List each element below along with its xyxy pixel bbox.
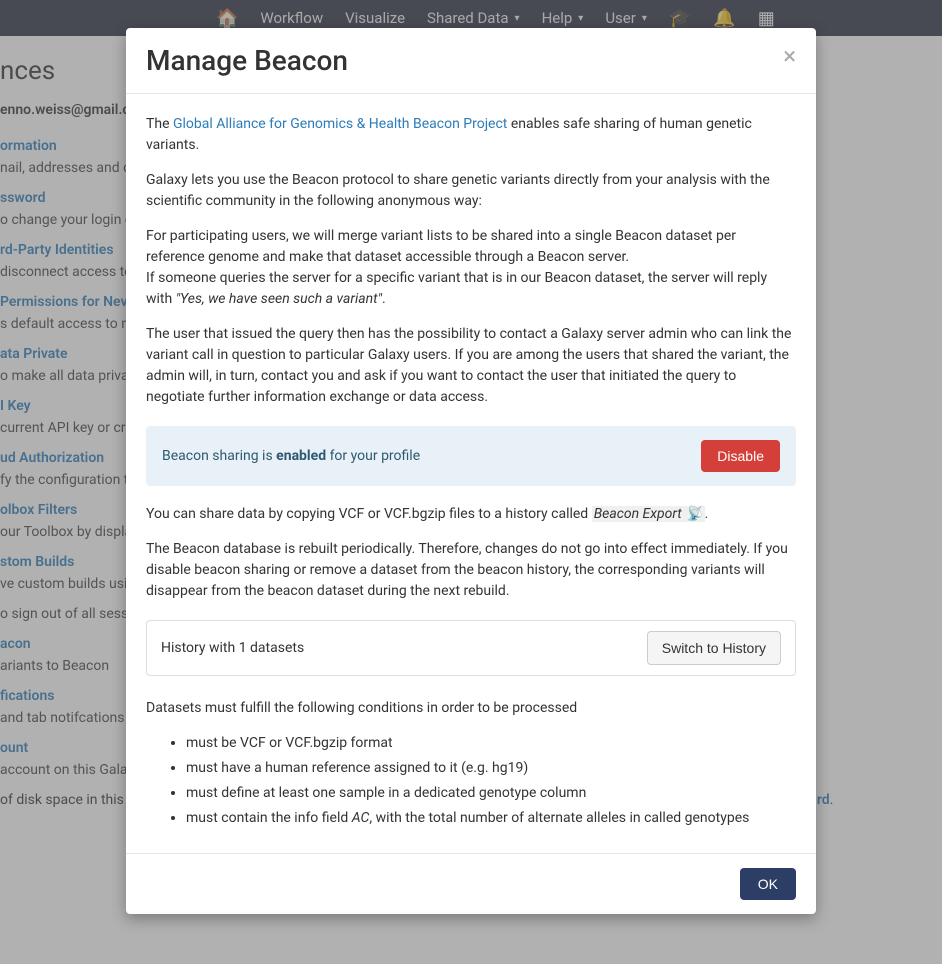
- conditions-intro: Datasets must fulfill the following cond…: [146, 698, 796, 719]
- rebuild-text: The Beacon database is rebuilt periodica…: [146, 539, 796, 602]
- ok-button[interactable]: OK: [740, 868, 796, 900]
- switch-to-history-button[interactable]: Switch to History: [647, 631, 781, 665]
- list-item: must define at least one sample in a ded…: [186, 783, 796, 804]
- share-instructions: You can share data by copying VCF or VCF…: [146, 504, 796, 525]
- manage-beacon-modal: Manage Beacon × The Global Alliance for …: [126, 28, 816, 914]
- list-item: must have a human reference assigned to …: [186, 758, 796, 779]
- intro-text: The Global Alliance for Genomics & Healt…: [146, 114, 796, 156]
- modal-body: The Global Alliance for Genomics & Healt…: [126, 94, 816, 843]
- close-icon[interactable]: ×: [783, 44, 796, 68]
- beacon-project-link[interactable]: Global Alliance for Genomics & Health Be…: [173, 116, 507, 132]
- conditions-list: must be VCF or VCF.bgzip format must hav…: [146, 733, 796, 829]
- modal-header: Manage Beacon ×: [126, 28, 816, 94]
- body-text: The user that issued the query then has …: [146, 324, 796, 408]
- status-text: Beacon sharing is enabled for your profi…: [162, 446, 420, 467]
- modal-title: Manage Beacon: [146, 44, 348, 77]
- body-text: For participating users, we will merge v…: [146, 226, 796, 310]
- body-text: Galaxy lets you use the Beacon protocol …: [146, 170, 796, 212]
- list-item: must be VCF or VCF.bgzip format: [186, 733, 796, 754]
- disable-button[interactable]: Disable: [701, 440, 780, 472]
- history-count-label: History with 1 datasets: [161, 638, 304, 659]
- modal-footer: OK: [126, 853, 816, 914]
- beacon-status-box: Beacon sharing is enabled for your profi…: [146, 426, 796, 486]
- history-name-highlight: Beacon Export 📡: [592, 506, 705, 522]
- history-box: History with 1 datasets Switch to Histor…: [146, 620, 796, 676]
- list-item: must contain the info field AC, with the…: [186, 808, 796, 829]
